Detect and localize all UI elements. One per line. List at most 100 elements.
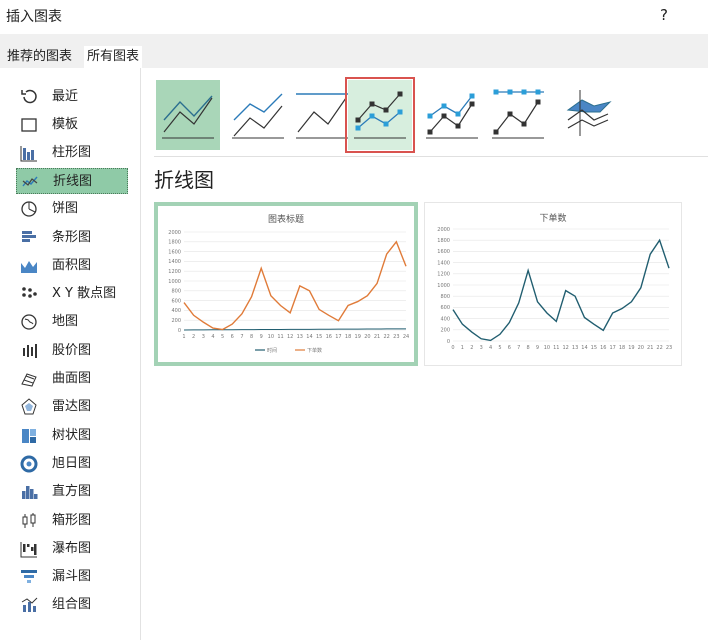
sidebar-item-combo-chart[interactable]: 组合图: [16, 592, 128, 618]
x-tick-label: 23: [393, 334, 399, 340]
subtype-stacked-line-with-markers[interactable]: [424, 80, 488, 150]
sidebar-item-label: 雷达图: [52, 399, 92, 414]
treemap-chart-icon: [22, 429, 36, 443]
stacked-line-icon: [232, 93, 284, 139]
sidebar-item-surface-chart[interactable]: 曲面图: [16, 366, 128, 392]
sidebar-item-label: 旭日图: [52, 456, 92, 471]
line-with-markers-icon: [354, 91, 406, 139]
sidebar-item-radar-chart[interactable]: 雷达图: [16, 394, 128, 420]
sidebar-item-label: 瀑布图: [52, 541, 92, 556]
y-tick-label: 200: [440, 328, 450, 334]
preview-1-chart: 02004006008001000120014001600180020001 2 3…: [168, 230, 409, 354]
sidebar-item-label: 直方图: [52, 484, 92, 499]
sidebar-item-area-chart[interactable]: 面积图: [16, 253, 128, 279]
sidebar-item-stock-chart[interactable]: 股价图: [16, 338, 128, 364]
chart-subtype-row: [152, 77, 702, 156]
sidebar-item-sunburst-chart[interactable]: 旭日图: [16, 451, 128, 477]
x-tick-label: 22: [656, 345, 662, 351]
surface-chart-icon: [21, 373, 37, 387]
sidebar-item-histogram-chart[interactable]: 直方图: [16, 479, 128, 505]
sidebar-item-bar-chart[interactable]: 条形图: [16, 225, 128, 251]
subtype-100-stacked-line[interactable]: [290, 80, 354, 150]
sidebar-item-box-chart[interactable]: 箱形图: [16, 508, 128, 534]
sidebar-item-pie-chart[interactable]: 饼图: [16, 196, 128, 222]
x-tick-label: 15: [591, 345, 597, 351]
x-tick-label: 22: [384, 334, 390, 340]
100-stacked-line-icon: [296, 93, 348, 139]
sidebar-item-template[interactable]: 模板: [16, 112, 128, 138]
y-tick-label: 1800: [437, 238, 450, 244]
sidebar-item-label: 组合图: [52, 597, 92, 612]
x-tick-label: 15: [316, 334, 322, 340]
x-tick-label: 20: [638, 345, 644, 351]
y-tick-label: 1200: [168, 269, 181, 275]
bar-chart-icon: [22, 231, 36, 242]
tab-all-charts[interactable]: 所有图表: [84, 46, 143, 68]
sidebar-item-map-chart[interactable]: 地图: [16, 309, 128, 335]
x-tick-label: 16: [326, 334, 332, 340]
x-tick-label: 10: [268, 334, 274, 340]
x-tick-label: 17: [335, 334, 341, 340]
x-tick-label: 2: [470, 345, 473, 351]
sidebar-item-label: 面积图: [52, 258, 92, 273]
sidebar-item-scatter-chart[interactable]: X Y 散点图: [16, 281, 128, 307]
sidebar-item-label: 饼图: [52, 201, 79, 216]
template-icon: [21, 118, 37, 132]
chart-preview-2[interactable]: 下单数 0 200 400 600 800 1000 1200 1400 1600 1800 200…: [424, 202, 682, 366]
x-tick-label: 9: [536, 345, 539, 351]
subtype-stacked-line[interactable]: [226, 80, 290, 150]
y-tick-label: 600: [171, 298, 181, 304]
chart-preview-1[interactable]: 图表标题 0 200 400 600 800 1000 1200 1400 1600 1800 20…: [154, 202, 418, 366]
tab-recommended-charts[interactable]: 推荐的图表: [4, 46, 75, 68]
subtype-line[interactable]: [156, 80, 220, 150]
subtype-3d-line[interactable]: [562, 80, 626, 150]
100-stacked-line-with-markers-icon: [492, 89, 544, 139]
chart-type-sidebar: 最近模板柱形图折线图饼图条形图面积图 X Y 散点图 地图股价图 曲面图雷达图树状图旭…: [10, 68, 141, 640]
x-tick-label: 3: [480, 345, 483, 351]
sidebar-item-label: 条形图: [52, 230, 92, 245]
sidebar-item-label: 漏斗图: [52, 569, 92, 584]
funnel-chart-icon: [21, 570, 37, 583]
tab-strip: 推荐的图表 所有图表: [0, 34, 708, 68]
sidebar-item-waterfall-chart[interactable]: 瀑布图: [16, 536, 128, 562]
x-tick-label: 3: [202, 334, 205, 340]
y-tick-label: 1600: [437, 249, 450, 255]
box-chart-icon: [22, 513, 36, 528]
x-tick-label: 21: [647, 345, 653, 351]
legend-label: 下单数: [307, 347, 322, 354]
y-tick-label: 600: [440, 305, 450, 311]
histogram-chart-icon: [22, 486, 38, 499]
sidebar-item-label: 柱形图: [52, 145, 92, 160]
sidebar-item-funnel-chart[interactable]: 漏斗图: [16, 564, 128, 590]
y-tick-label: 2000: [168, 230, 181, 236]
series-line: [452, 238, 670, 342]
sidebar-item-treemap-chart[interactable]: 树状图: [16, 423, 128, 449]
sidebar-item-label: 地图: [52, 314, 79, 329]
x-tick-label: 12: [287, 334, 293, 340]
subtype-line-with-markers[interactable]: [345, 77, 415, 153]
y-tick-label: 1000: [168, 279, 181, 285]
sidebar-item-label: X Y 散点图: [52, 286, 117, 301]
sidebar-item-label: 模板: [52, 117, 79, 132]
x-tick-label: 14: [306, 334, 312, 340]
x-tick-label: 6: [508, 345, 511, 351]
column-chart-icon: [20, 146, 37, 162]
sidebar-item-column-chart[interactable]: 柱形图: [16, 140, 128, 166]
x-tick-label: 2: [192, 334, 195, 340]
subtype-100-stacked-line-with-markers[interactable]: [490, 80, 554, 150]
sidebar-item-label: 折线图: [53, 174, 93, 189]
y-tick-label: 0: [447, 339, 450, 345]
title-bar: 插入图表 ?: [0, 0, 708, 32]
sidebar-item-recent[interactable]: 最近: [16, 84, 128, 110]
x-tick-label: 17: [609, 345, 615, 351]
line-icon: [162, 95, 214, 139]
x-tick-label: 13: [297, 334, 303, 340]
x-tick-label: 14: [581, 345, 587, 351]
x-tick-label: 9: [260, 334, 263, 340]
stock-chart-icon: [23, 344, 37, 358]
sidebar-item-line-chart[interactable]: 折线图: [16, 168, 128, 194]
dialog-title: 插入图表: [6, 9, 62, 25]
help-button[interactable]: ?: [655, 5, 673, 25]
legend-label: 时间: [267, 347, 277, 354]
y-tick-label: 1000: [437, 283, 450, 289]
